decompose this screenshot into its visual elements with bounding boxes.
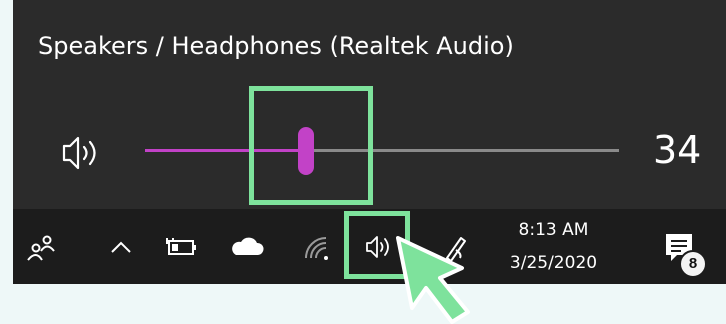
speaker-volume-icon[interactable]: [58, 133, 110, 173]
taskbar: 8:13 AM 3/25/2020 8: [13, 209, 726, 284]
taskbar-clock[interactable]: 8:13 AM 3/25/2020: [491, 214, 616, 280]
chevron-up-icon[interactable]: [101, 225, 141, 269]
onedrive-cloud-icon[interactable]: [227, 225, 267, 269]
volume-flyout: Speakers / Headphones (Realtek Audio) 34: [13, 0, 726, 209]
slider-thumb[interactable]: [298, 127, 315, 175]
audio-device-name[interactable]: Speakers / Headphones (Realtek Audio): [38, 32, 514, 60]
clock-date: 3/25/2020: [509, 253, 598, 273]
slider-fill: [145, 149, 307, 152]
people-icon[interactable]: [21, 225, 61, 269]
battery-plugged-icon[interactable]: [161, 225, 201, 269]
notification-count-badge: 8: [679, 250, 707, 278]
pointer-arrow-icon: [396, 236, 470, 324]
volume-value: 34: [653, 128, 702, 172]
volume-slider[interactable]: [145, 127, 619, 175]
wifi-icon[interactable]: [295, 225, 335, 269]
action-center-button[interactable]: 8: [656, 225, 708, 278]
clock-time: 8:13 AM: [518, 220, 589, 240]
